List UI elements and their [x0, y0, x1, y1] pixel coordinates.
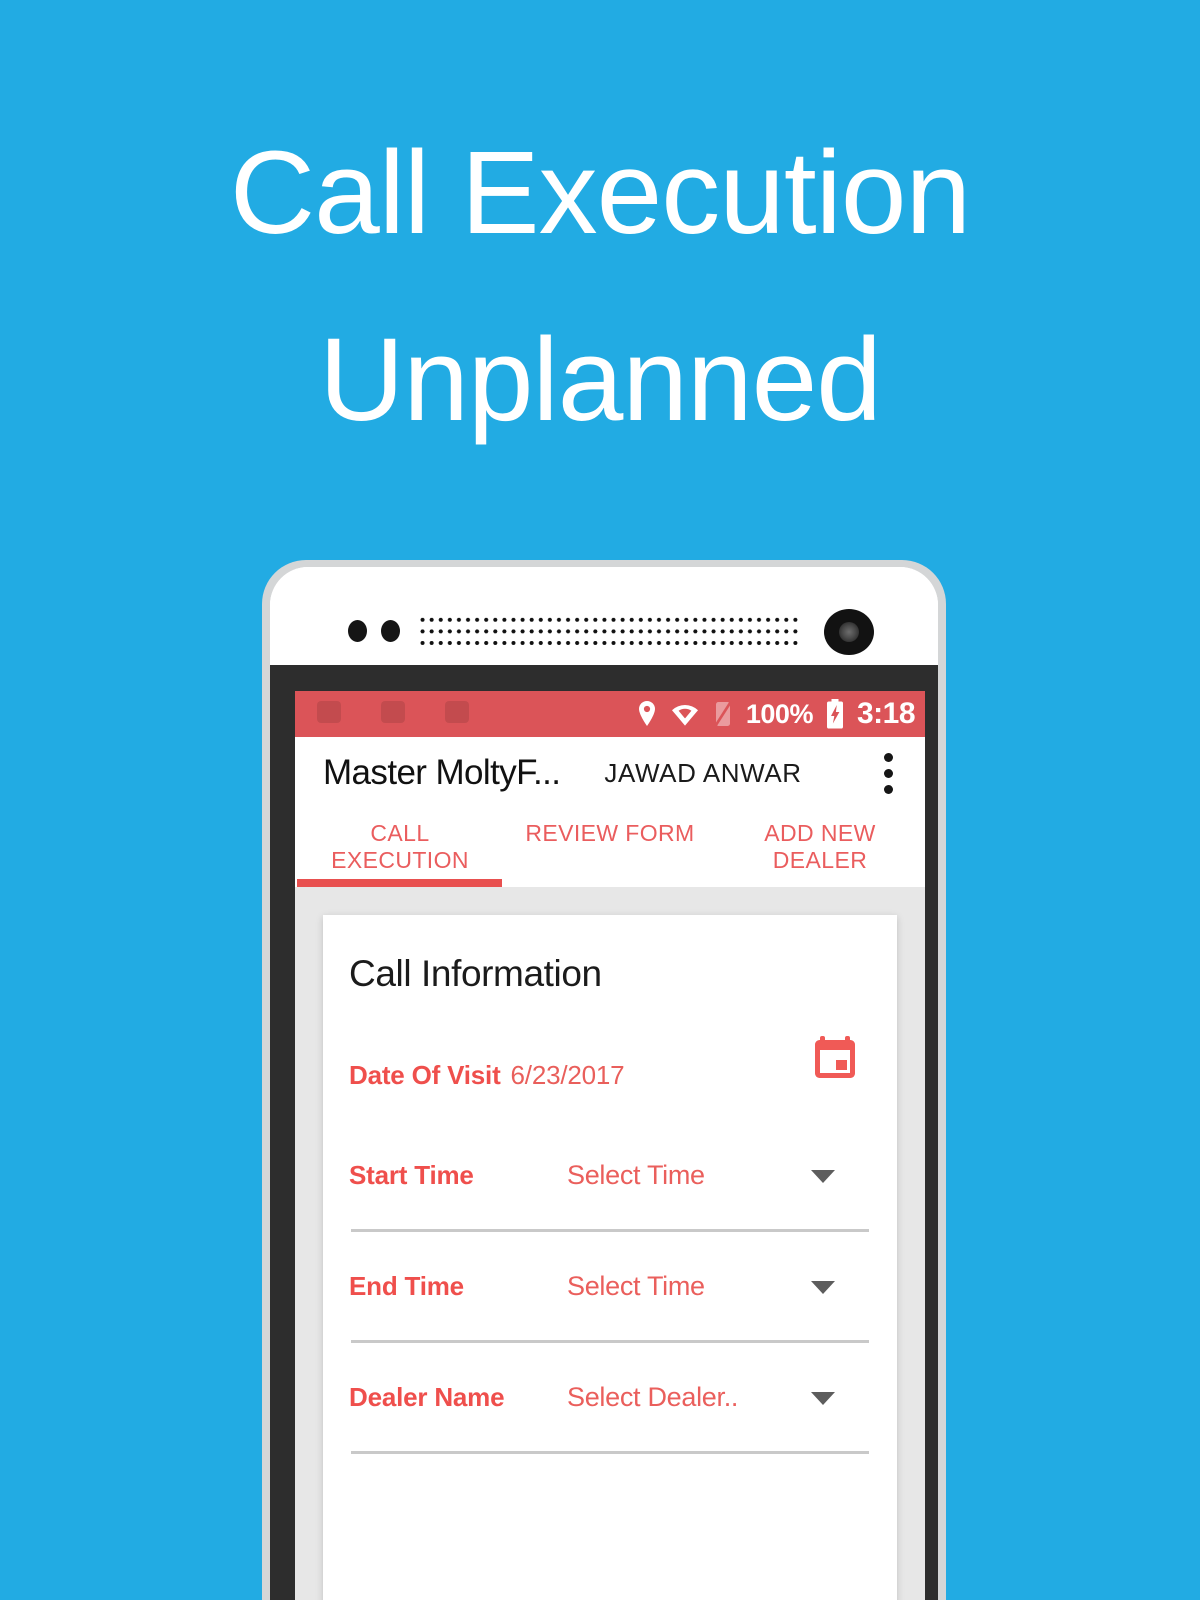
- phone-screen-frame: 100% 3:18 Master MoltyF... JAWAD ANWAR C…: [270, 665, 938, 1600]
- app-bar: Master MoltyF... JAWAD ANWAR: [295, 737, 925, 809]
- battery-percent-label: 100%: [745, 698, 814, 729]
- date-of-visit-row[interactable]: Date Of Visit 6/23/2017: [349, 1029, 871, 1121]
- start-time-value: Select Time: [567, 1159, 705, 1190]
- promo-headline-line2: Unplanned: [319, 314, 882, 446]
- date-of-visit-value: 6/23/2017: [510, 1059, 625, 1090]
- app-title: Master MoltyF...: [323, 753, 561, 792]
- dealer-name-row[interactable]: Dealer Name Select Dealer..: [349, 1343, 871, 1451]
- front-camera-icon: [824, 609, 874, 655]
- active-tab-indicator: [297, 879, 502, 887]
- tab-review-form[interactable]: REVIEW FORM: [505, 809, 715, 847]
- location-pin-icon: [638, 701, 655, 726]
- tab-add-new-dealer[interactable]: ADD NEW DEALER: [715, 809, 925, 874]
- phone-screen: 100% 3:18 Master MoltyF... JAWAD ANWAR C…: [295, 691, 925, 1600]
- phone-device-mockup: 100% 3:18 Master MoltyF... JAWAD ANWAR C…: [262, 560, 946, 1600]
- call-information-card: Call Information Date Of Visit 6/23/2017: [323, 915, 897, 1600]
- battery-charging-icon: [826, 699, 843, 729]
- overflow-menu-icon[interactable]: [874, 747, 903, 800]
- phone-body: 100% 3:18 Master MoltyF... JAWAD ANWAR C…: [270, 567, 938, 1600]
- phone-top-bezel: [270, 567, 938, 665]
- dropdown-caret-icon[interactable]: [811, 1170, 835, 1183]
- dealer-name-value: Select Dealer..: [567, 1381, 739, 1412]
- clock-label: 3:18: [856, 697, 916, 730]
- wifi-icon: [671, 705, 698, 726]
- promo-stage: Call Execution Unplanned 100% 3:18 Maste…: [0, 0, 1200, 1600]
- dealer-name-label: Dealer Name: [349, 1381, 505, 1412]
- end-time-label: End Time: [349, 1270, 464, 1301]
- dropdown-caret-icon[interactable]: [811, 1281, 835, 1294]
- date-of-visit-label: Date Of Visit: [349, 1059, 501, 1090]
- proximity-sensor-icon: [348, 620, 400, 642]
- start-time-row[interactable]: Start Time Select Time: [349, 1121, 871, 1229]
- tab-bar: CALL EXECUTION REVIEW FORM ADD NEW DEALE…: [295, 809, 925, 887]
- notification-icons: [317, 701, 469, 723]
- dropdown-caret-icon[interactable]: [811, 1392, 835, 1405]
- signal-off-icon: [713, 700, 732, 728]
- end-time-value: Select Time: [567, 1270, 705, 1301]
- card-title: Call Information: [349, 953, 602, 994]
- calendar-icon[interactable]: [811, 1033, 859, 1081]
- start-time-label: Start Time: [349, 1159, 474, 1190]
- speaker-grille-icon: [418, 614, 800, 648]
- user-name-label: JAWAD ANWAR: [604, 757, 802, 788]
- status-bar-right: 100% 3:18: [636, 697, 916, 731]
- end-time-row[interactable]: End Time Select Time: [349, 1232, 871, 1340]
- promo-headline-line1: Call Execution: [229, 127, 971, 259]
- row-divider: [351, 1451, 869, 1454]
- status-bar: 100% 3:18: [295, 691, 925, 737]
- tab-call-execution[interactable]: CALL EXECUTION: [295, 809, 505, 874]
- page-content: Call Information Date Of Visit 6/23/2017: [295, 887, 925, 1600]
